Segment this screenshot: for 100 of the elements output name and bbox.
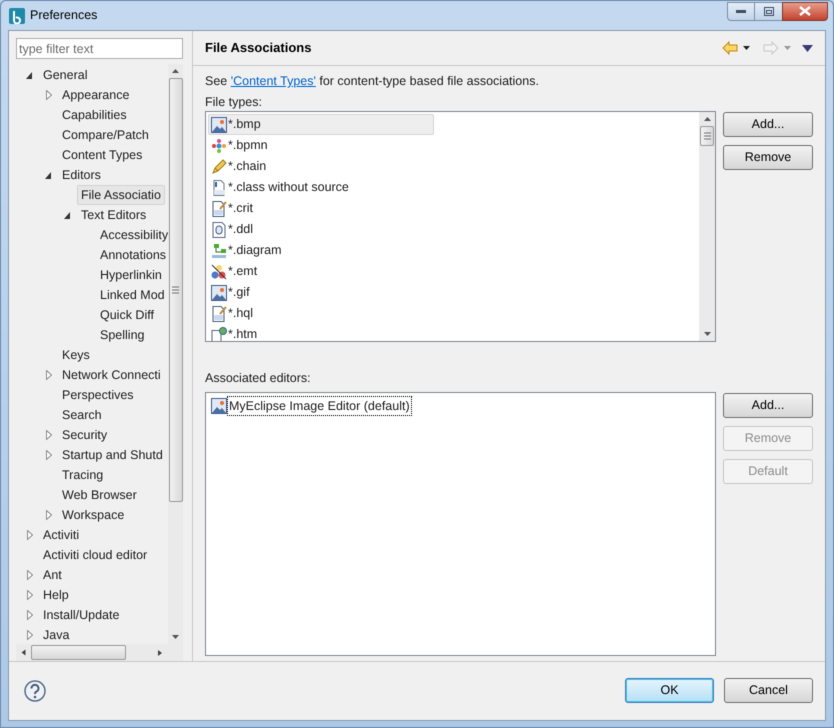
tree-item[interactable]: Security bbox=[58, 425, 112, 445]
expanded-arrow-icon[interactable] bbox=[45, 172, 52, 178]
collapsed-arrow-icon[interactable] bbox=[26, 570, 32, 580]
tree-item[interactable]: Capabilities bbox=[58, 105, 131, 125]
image-icon bbox=[211, 116, 227, 132]
tree-item[interactable]: Editors bbox=[58, 165, 105, 185]
remove-button[interactable]: Remove bbox=[723, 145, 813, 170]
tree-item[interactable]: Install/Update bbox=[39, 605, 124, 625]
tree-item[interactable]: Perspectives bbox=[58, 385, 138, 405]
list-item[interactable]: *.crit bbox=[208, 198, 434, 219]
tree-item[interactable]: General bbox=[39, 65, 92, 85]
scroll-thumb[interactable] bbox=[700, 126, 714, 146]
tree-item[interactable]: Ant bbox=[39, 565, 66, 585]
collapsed-arrow-icon[interactable] bbox=[46, 450, 52, 460]
maximize-icon bbox=[764, 6, 774, 16]
tree-item[interactable]: Compare/Patch bbox=[58, 125, 153, 145]
circles-icon bbox=[211, 264, 227, 280]
cancel-button[interactable]: Cancel bbox=[724, 678, 813, 702]
app-icon bbox=[9, 8, 25, 24]
collapsed-arrow-icon[interactable] bbox=[26, 530, 32, 540]
tree-item[interactable]: Help bbox=[39, 585, 73, 605]
dropdown-icon[interactable] bbox=[742, 45, 751, 51]
minimize-icon bbox=[736, 10, 746, 12]
expanded-arrow-icon[interactable] bbox=[64, 212, 71, 218]
tree-item[interactable]: Tracing bbox=[58, 465, 108, 485]
collapsed-arrow-icon[interactable] bbox=[46, 370, 52, 380]
tree-item[interactable]: Annotations bbox=[96, 245, 168, 265]
list-item[interactable]: *.bpmn bbox=[208, 135, 434, 156]
document-icon bbox=[211, 222, 227, 238]
tree-item[interactable]: Linked Mod bbox=[96, 285, 168, 305]
document-icon bbox=[211, 200, 227, 216]
list-item[interactable]: *.gif bbox=[208, 282, 434, 303]
ok-button[interactable]: OK bbox=[625, 678, 714, 702]
list-item[interactable]: *.ddl bbox=[208, 219, 434, 240]
grip-icon bbox=[704, 132, 710, 140]
tree-item[interactable]: Hyperlinkin bbox=[96, 265, 166, 285]
close-icon bbox=[799, 6, 811, 16]
horizontal-scrollbar[interactable] bbox=[16, 644, 168, 661]
view-menu-icon[interactable] bbox=[802, 44, 813, 52]
tree-item[interactable]: Quick Diff bbox=[96, 305, 158, 325]
file-types-label: File types: bbox=[205, 94, 263, 110]
tree-item[interactable]: Activiti cloud editor bbox=[39, 545, 152, 565]
diagram-icon bbox=[211, 242, 227, 258]
expanded-arrow-icon[interactable] bbox=[26, 72, 33, 78]
image-icon bbox=[211, 284, 227, 300]
minimize-button[interactable] bbox=[727, 2, 755, 20]
tree-item[interactable]: Web Browser bbox=[58, 485, 141, 505]
file-types-list[interactable]: *.bmp *.bpmn *.chain *.class without source *.crit *.ddl *.diagram *.emt *.gif *.hql *.htm bbox=[205, 111, 716, 342]
grip-icon bbox=[172, 286, 179, 294]
content-types-link[interactable]: 'Content Types' bbox=[230, 74, 316, 88]
add-button[interactable]: Add... bbox=[723, 393, 813, 418]
scroll-thumb[interactable] bbox=[31, 645, 126, 660]
tree-item[interactable]: Accessibility bbox=[96, 225, 168, 245]
tree-item[interactable]: File Associatio bbox=[77, 185, 165, 205]
vertical-scrollbar[interactable] bbox=[168, 64, 183, 661]
tree-item[interactable]: Content Types bbox=[58, 145, 146, 165]
list-item[interactable]: *.chain bbox=[208, 156, 434, 177]
help-icon[interactable] bbox=[24, 680, 46, 702]
tree-item[interactable]: Workspace bbox=[58, 505, 128, 525]
tree-item[interactable]: Appearance bbox=[58, 85, 134, 105]
maximize-button[interactable] bbox=[755, 2, 782, 20]
list-item[interactable]: *.class without source bbox=[208, 177, 434, 198]
close-button[interactable] bbox=[782, 2, 828, 20]
flower-icon bbox=[211, 138, 227, 154]
list-item[interactable]: *.diagram bbox=[208, 240, 434, 261]
collapsed-arrow-icon[interactable] bbox=[26, 590, 32, 600]
vertical-scrollbar[interactable] bbox=[699, 112, 715, 341]
collapsed-arrow-icon[interactable] bbox=[46, 90, 52, 100]
add-button[interactable]: Add... bbox=[723, 112, 813, 137]
tree-item[interactable]: Java bbox=[39, 625, 74, 644]
document-icon bbox=[211, 306, 227, 322]
tree-item[interactable]: Text Editors bbox=[77, 205, 150, 225]
description-text: See 'Content Types' for content-type based file associations. bbox=[205, 73, 540, 89]
list-item[interactable]: *.htm bbox=[208, 324, 434, 341]
document-icon bbox=[211, 180, 227, 196]
scroll-left-icon bbox=[21, 649, 26, 656]
page-title: File Associations bbox=[205, 39, 312, 58]
list-item[interactable]: MyEclipse Image Editor (default) bbox=[211, 396, 411, 416]
scroll-right-icon bbox=[156, 648, 164, 656]
collapsed-arrow-icon[interactable] bbox=[26, 610, 32, 620]
window-title: Preferences bbox=[30, 7, 98, 24]
forward-arrow-icon bbox=[763, 41, 779, 55]
pencil-icon bbox=[211, 158, 227, 174]
list-item[interactable]: *.hql bbox=[208, 303, 434, 324]
tree-item[interactable]: Network Connecti bbox=[58, 365, 165, 385]
document-icon bbox=[211, 326, 227, 341]
tree-item[interactable]: Startup and Shutd bbox=[58, 445, 167, 465]
collapsed-arrow-icon[interactable] bbox=[46, 510, 52, 520]
associated-editors-label: Associated editors: bbox=[205, 370, 312, 386]
collapsed-arrow-icon[interactable] bbox=[46, 430, 52, 440]
tree-item[interactable]: Activiti bbox=[39, 525, 84, 545]
list-item[interactable]: *.emt bbox=[208, 261, 434, 282]
tree-item[interactable]: Spelling bbox=[96, 325, 148, 345]
filter-field[interactable]: type filter text bbox=[16, 38, 183, 59]
tree-item[interactable]: Keys bbox=[58, 345, 94, 365]
list-item[interactable]: *.bmp bbox=[208, 114, 434, 135]
scroll-thumb[interactable] bbox=[168, 78, 182, 502]
tree-item[interactable]: Search bbox=[58, 405, 106, 425]
associated-editors-list[interactable]: MyEclipse Image Editor (default) bbox=[205, 392, 716, 656]
collapsed-arrow-icon[interactable] bbox=[26, 630, 32, 640]
